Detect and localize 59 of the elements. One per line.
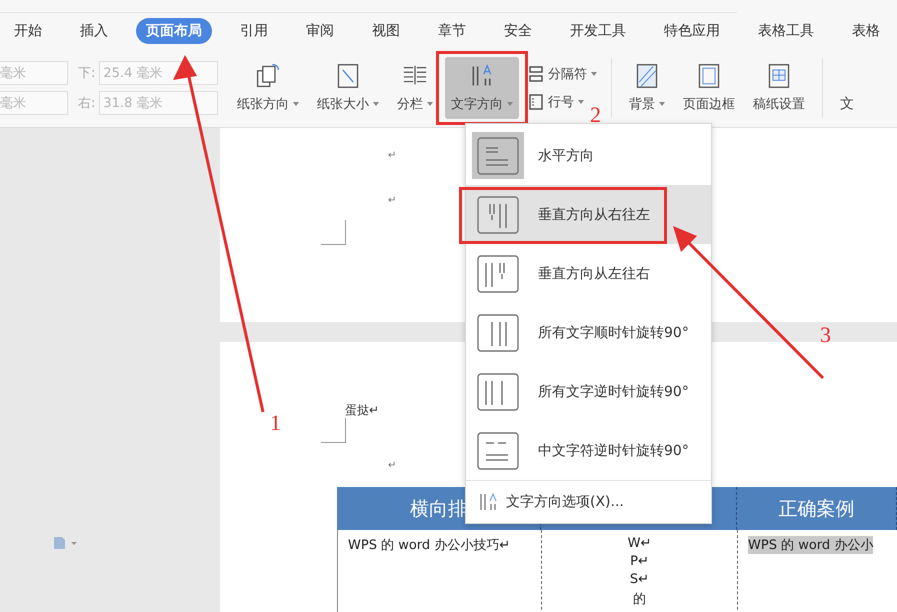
ribbon-tab[interactable]: 页面布局	[136, 18, 212, 44]
step-number: 2	[590, 102, 601, 128]
paragraph-mark: ↵	[388, 460, 396, 471]
grid-paper-icon	[766, 63, 792, 89]
table-cell-text: WPS 的 word 办公小技巧↵	[348, 537, 510, 554]
line-number-icon	[528, 94, 544, 110]
text-direction-icon	[476, 430, 520, 470]
ribbon-tab[interactable]: 表格	[842, 18, 890, 44]
ribbon-button[interactable]: 稿纸设置	[747, 57, 811, 119]
text-direction-icon	[478, 492, 498, 512]
ribbon-button[interactable]: 分栏	[391, 57, 439, 119]
ribbon-button[interactable]: 背景	[623, 57, 671, 119]
table-cell: S↵	[630, 572, 650, 587]
table-cell: P↵	[630, 554, 649, 569]
ribbon-button[interactable]: 文字方向	[445, 57, 519, 119]
paragraph-mark: ↵	[388, 195, 396, 206]
step-number: 1	[270, 410, 281, 436]
ribbon-button[interactable]: 纸张方向	[231, 57, 305, 119]
document-icon	[53, 536, 77, 550]
ribbon-tab[interactable]: 开发工具	[560, 18, 636, 44]
step-number: 3	[820, 322, 831, 348]
text-direction-icon	[476, 312, 520, 352]
ribbon-tab[interactable]: 特色应用	[654, 18, 730, 44]
ribbon-button[interactable]: 文	[834, 57, 860, 119]
text-direction-icon	[476, 136, 520, 176]
field-label: 下:	[78, 65, 96, 82]
ribbon-tab[interactable]: 审阅	[296, 18, 344, 44]
menu-item[interactable]: 水平方向	[466, 126, 711, 185]
separator-icon	[528, 66, 544, 82]
text-direction-icon	[476, 372, 520, 412]
crop-mark	[321, 418, 346, 443]
ribbon-tab[interactable]: 安全	[494, 18, 542, 44]
ribbon-button[interactable]: 页面边框	[677, 57, 741, 119]
menu-item[interactable]: 所有文字逆时针旋转90°	[466, 362, 711, 421]
paragraph-mark: ↵	[388, 150, 396, 161]
body-text: 蛋挞↵	[345, 402, 380, 419]
ribbon-tab[interactable]: 表格工具	[748, 18, 824, 44]
background-icon	[634, 63, 660, 89]
menu-item[interactable]: 文字方向选项(X)...	[466, 480, 711, 523]
page-size-icon	[335, 63, 361, 89]
menu-item[interactable]: 垂直方向从左往右	[466, 244, 711, 303]
menu-item[interactable]: 中文字符逆时针旋转90°	[466, 421, 711, 480]
table-cell-text: 的	[633, 591, 646, 608]
ribbon-tab[interactable]: 视图	[362, 18, 410, 44]
ribbon-button[interactable]: 纸张大小	[311, 57, 385, 119]
table-cell: WPS 的 word 办公小	[748, 536, 874, 554]
table-header-cell: 正确案例	[737, 487, 897, 530]
ribbon-tab[interactable]: 引用	[230, 18, 278, 44]
menu-item[interactable]: 所有文字顺时针旋转90°	[466, 303, 711, 362]
text-direction-icon	[476, 254, 520, 294]
ribbon-tab[interactable]: 章节	[428, 18, 476, 44]
ribbon-tab[interactable]: 插入	[70, 18, 118, 44]
field-label: 右:	[78, 95, 96, 112]
table-cell: W↵	[628, 536, 652, 551]
text-direction-icon	[476, 194, 520, 234]
page-border-icon	[696, 63, 722, 89]
ribbon-button[interactable]: 分隔符	[528, 65, 597, 83]
ribbon-tab[interactable]: 开始	[4, 18, 52, 44]
crop-mark	[321, 220, 346, 245]
